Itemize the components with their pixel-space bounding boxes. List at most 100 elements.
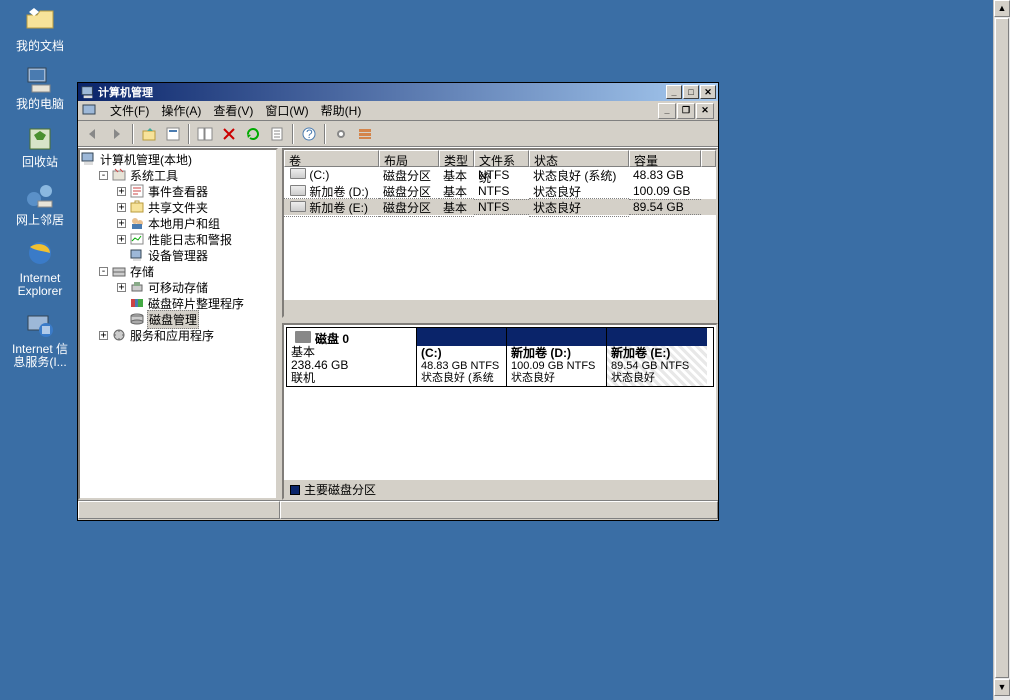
forward-button[interactable]: [106, 123, 128, 145]
column-header[interactable]: 文件系统: [474, 150, 529, 167]
partition[interactable]: (C:)48.83 GB NTFS状态良好 (系统: [417, 328, 507, 386]
desktop-icon-my-computer[interactable]: 我的电脑: [10, 63, 70, 111]
tree-system-tools[interactable]: - 系统工具: [99, 167, 275, 183]
tree-label[interactable]: 性能日志和警报: [147, 231, 233, 248]
properties-button[interactable]: [162, 123, 184, 145]
titlebar[interactable]: 计算机管理 _ □ ✕: [78, 83, 718, 101]
tree-label[interactable]: 计算机管理(本地): [99, 151, 193, 168]
computer-management-window: 计算机管理 _ □ ✕ 文件(F) 操作(A) 查看(V) 窗口(W) 帮助(H…: [77, 82, 719, 521]
collapse-icon[interactable]: -: [99, 171, 108, 180]
menu-file[interactable]: 文件(F): [104, 100, 155, 121]
tree-label[interactable]: 系统工具: [129, 167, 179, 184]
disk-header[interactable]: 磁盘 0 基本 238.46 GB 联机: [287, 328, 417, 386]
column-header[interactable]: 容量: [629, 150, 701, 167]
scroll-thumb[interactable]: [995, 18, 1009, 678]
tree-item[interactable]: + 性能日志和警报: [117, 231, 275, 247]
tree-root[interactable]: 计算机管理(本地): [81, 151, 275, 167]
tree-services[interactable]: + 服务和应用程序: [99, 327, 275, 343]
view-button[interactable]: [354, 123, 376, 145]
tree-label[interactable]: 服务和应用程序: [129, 327, 215, 344]
tree-item[interactable]: 磁盘管理: [117, 311, 275, 327]
tree-item[interactable]: + 可移动存储: [117, 279, 275, 295]
node-icon: [129, 295, 145, 311]
list-row[interactable]: (C:)磁盘分区基本NTFS状态良好 (系统)48.83 GB: [284, 167, 716, 183]
back-button[interactable]: [82, 123, 104, 145]
desktop-icon-my-documents[interactable]: 我的文档: [10, 5, 70, 53]
expand-icon[interactable]: +: [117, 219, 126, 228]
mdi-minimize-button[interactable]: _: [658, 103, 676, 119]
expand-icon[interactable]: +: [117, 187, 126, 196]
settings-button[interactable]: [330, 123, 352, 145]
column-header[interactable]: 类型: [439, 150, 474, 167]
tree-label[interactable]: 设备管理器: [147, 247, 209, 264]
scroll-down-arrow[interactable]: ▼: [994, 679, 1010, 696]
tree-label[interactable]: 存储: [129, 263, 155, 280]
window-title: 计算机管理: [98, 84, 666, 100]
menu-action[interactable]: 操作(A): [155, 100, 207, 121]
disk-map[interactable]: 磁盘 0 基本 238.46 GB 联机 (C:)48.83 GB NTFS状态…: [282, 323, 718, 500]
disk-state: 联机: [291, 371, 315, 385]
mdi-close-button[interactable]: ✕: [696, 103, 714, 119]
app-icon: [81, 85, 95, 99]
legend-swatch-icon: [290, 485, 300, 495]
maximize-button[interactable]: □: [683, 85, 699, 99]
partition[interactable]: 新加卷 (E:)89.54 GB NTFS状态良好: [607, 328, 707, 386]
desktop-icon-iis[interactable]: Internet 信息服务(I...: [10, 308, 70, 369]
services-icon: [111, 327, 127, 343]
tree-label[interactable]: 本地用户和组: [147, 215, 221, 232]
column-header[interactable]: 卷: [284, 150, 379, 167]
up-button[interactable]: [138, 123, 160, 145]
mdi-restore-button[interactable]: ❐: [677, 103, 695, 119]
menu-window[interactable]: 窗口(W): [259, 100, 314, 121]
disk-0-row[interactable]: 磁盘 0 基本 238.46 GB 联机 (C:)48.83 GB NTFS状态…: [286, 327, 714, 387]
collapse-icon[interactable]: -: [99, 267, 108, 276]
computer-icon: [24, 63, 56, 95]
tree-item[interactable]: 设备管理器: [117, 247, 275, 263]
desktop-icon-ie[interactable]: Internet Explorer: [10, 237, 70, 298]
scroll-up-arrow[interactable]: ▲: [994, 0, 1010, 17]
export-button[interactable]: [266, 123, 288, 145]
desktop-label: Internet Explorer: [10, 272, 70, 298]
mmc-icon: [82, 103, 98, 119]
minimize-button[interactable]: _: [666, 85, 682, 99]
expand-icon[interactable]: +: [117, 235, 126, 244]
svg-text:?: ?: [306, 127, 313, 141]
horizontal-scrollbar[interactable]: [284, 300, 716, 316]
computer-icon: [81, 151, 97, 167]
column-header[interactable]: [701, 150, 716, 167]
disk-icon: [295, 331, 311, 343]
desktop-icon-network[interactable]: 网上邻居: [10, 179, 70, 227]
tree-label[interactable]: 共享文件夹: [147, 199, 209, 216]
list-row[interactable]: 新加卷 (E:)磁盘分区基本NTFS状态良好89.54 GB: [284, 199, 716, 215]
column-header[interactable]: 状态: [529, 150, 629, 167]
tree-item[interactable]: + 共享文件夹: [117, 199, 275, 215]
list-header: 卷布局类型文件系统状态容量: [284, 150, 716, 167]
menu-view[interactable]: 查看(V): [207, 100, 259, 121]
close-button[interactable]: ✕: [700, 85, 716, 99]
desktop-icon-recycle-bin[interactable]: 回收站: [10, 121, 70, 169]
tree-label[interactable]: 可移动存储: [147, 279, 209, 296]
tree-item[interactable]: + 本地用户和组: [117, 215, 275, 231]
column-header[interactable]: 布局: [379, 150, 439, 167]
network-icon: [24, 179, 56, 211]
help-button[interactable]: ?: [298, 123, 320, 145]
volume-list[interactable]: 卷布局类型文件系统状态容量 (C:)磁盘分区基本NTFS状态良好 (系统)48.…: [282, 148, 718, 318]
tree-pane[interactable]: 计算机管理(本地) - 系统工具 + 事件查看器 + 共享文件夹 + 本地用户和组 + 性能日…: [78, 148, 278, 500]
expand-icon[interactable]: +: [117, 203, 126, 212]
tree-label[interactable]: 事件查看器: [147, 183, 209, 200]
expand-icon[interactable]: +: [117, 283, 126, 292]
expand-icon[interactable]: +: [99, 331, 108, 340]
storage-icon: [111, 263, 127, 279]
show-hide-button[interactable]: [194, 123, 216, 145]
disk-label: 磁盘 0: [315, 332, 349, 346]
delete-button[interactable]: [218, 123, 240, 145]
menu-help[interactable]: 帮助(H): [315, 100, 368, 121]
node-icon: [129, 231, 145, 247]
refresh-button[interactable]: [242, 123, 264, 145]
tools-icon: [111, 167, 127, 183]
tree-storage[interactable]: - 存储: [99, 263, 275, 279]
partition[interactable]: 新加卷 (D:)100.09 GB NTFS状态良好: [507, 328, 607, 386]
page-scrollbar[interactable]: ▲ ▼: [993, 0, 1010, 700]
tree-item[interactable]: + 事件查看器: [117, 183, 275, 199]
node-icon: [129, 279, 145, 295]
